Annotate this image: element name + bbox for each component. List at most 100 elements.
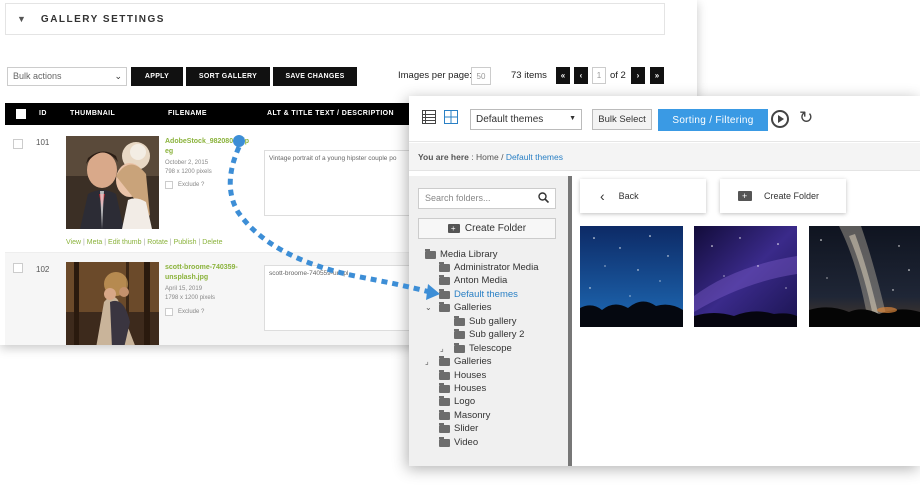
tree-item-telescope[interactable]: ⌟ Telescope	[440, 342, 512, 354]
prev-page-button[interactable]: ‹	[574, 67, 588, 84]
tree-item-media-library[interactable]: Media Library	[425, 248, 498, 260]
theme-select-value: Default themes	[476, 114, 544, 125]
exclude-checkbox[interactable]	[165, 308, 173, 316]
file-size: 1798 x 1200 pixels	[165, 295, 216, 301]
first-page-button[interactable]: «	[556, 67, 570, 84]
images-per-page-input[interactable]: 50	[471, 67, 491, 85]
play-icon[interactable]	[771, 110, 789, 128]
next-page-button[interactable]: ›	[631, 67, 645, 84]
row-id: 101	[36, 138, 50, 147]
exclude-label: Exclude ?	[178, 309, 205, 315]
delete-link[interactable]: Delete	[202, 239, 222, 246]
exclude-option[interactable]: Exclude ?	[165, 308, 204, 316]
tree-item-label: Galleries	[454, 356, 492, 367]
sort-gallery-button[interactable]: SORT GALLERY	[186, 67, 270, 86]
list-view-icon[interactable]	[422, 110, 436, 127]
tree-item-label: Houses	[454, 383, 487, 394]
exclude-checkbox[interactable]	[165, 181, 173, 189]
tree-item-masonry[interactable]: Masonry	[439, 409, 490, 421]
folder-icon	[439, 355, 450, 366]
image-night-sky-2[interactable]	[694, 226, 797, 327]
breadcrumb-separator: :	[471, 152, 474, 162]
collapse-triangle-icon[interactable]: ▼	[17, 14, 26, 24]
page-of-label: of 2	[610, 70, 626, 81]
bulk-actions-label: Bulk actions	[13, 71, 62, 81]
collapsed-toggle-icon[interactable]: ⌟	[425, 357, 429, 366]
images-per-page-label: Images per page:	[398, 70, 472, 81]
media-folders-panel: Default themes ▼ Bulk Select Sorting / F…	[409, 96, 920, 466]
sorting-filtering-button[interactable]: Sorting / Filtering	[658, 109, 768, 131]
breadcrumb-home[interactable]: Home	[476, 152, 499, 162]
apply-button[interactable]: APPLY	[131, 67, 183, 86]
tree-item-label: Video	[454, 437, 479, 448]
caret-down-icon: ▼	[569, 115, 576, 122]
thumbnail-dancing-couple-image[interactable]	[66, 262, 159, 345]
row-checkbox[interactable]	[13, 263, 23, 273]
expand-toggle-icon[interactable]: ⌄	[425, 303, 432, 312]
current-page-input[interactable]: 1	[592, 67, 606, 84]
view-link[interactable]: View	[66, 239, 81, 246]
image-night-sky-1[interactable]	[580, 226, 683, 327]
exclude-option[interactable]: Exclude ?	[165, 181, 204, 189]
breadcrumb-current[interactable]: Default themes	[506, 152, 563, 162]
folder-icon	[454, 315, 465, 326]
tree-item-logo[interactable]: Logo	[439, 395, 475, 407]
collapsed-toggle-icon[interactable]: ⌟	[440, 344, 444, 353]
search-icon[interactable]	[538, 192, 550, 206]
tree-item-sub-gallery[interactable]: Sub gallery	[454, 315, 517, 327]
tree-item-slider[interactable]: Slider	[439, 422, 479, 434]
folder-tree: Search folders... + Create Folder Media …	[409, 176, 569, 466]
create-folder-button[interactable]: + Create Folder	[418, 218, 556, 239]
theme-select[interactable]: Default themes ▼	[470, 109, 582, 130]
description-field[interactable]: Vintage portrait of a young hipster coup…	[264, 150, 424, 216]
bulk-select-button[interactable]: Bulk Select	[592, 109, 652, 130]
tree-item-default-themes[interactable]: Default themes	[439, 288, 518, 300]
tree-item-galleries-2[interactable]: ⌟ Galleries	[425, 355, 492, 367]
bulk-actions-select[interactable]: Bulk actions ⌄	[7, 67, 127, 86]
folder-content: ‹ Back + Create Folder	[572, 176, 920, 466]
gallery-settings-header[interactable]: ▼ GALLERY SETTINGS	[5, 3, 665, 35]
save-changes-button[interactable]: SAVE CHANGES	[273, 67, 357, 86]
tree-item-houses[interactable]: Houses	[439, 369, 486, 381]
select-all-checkbox[interactable]	[16, 109, 26, 119]
file-date: April 15, 2019	[165, 286, 203, 292]
tree-item-label: Sub gallery 2	[469, 329, 525, 340]
tree-item-administrator-media[interactable]: Administrator Media	[439, 261, 538, 273]
folder-icon	[439, 436, 450, 447]
create-folder-tile[interactable]: + Create Folder	[720, 179, 846, 213]
edit-thumb-link[interactable]: Edit thumb	[108, 239, 141, 246]
folder-icon	[439, 409, 450, 420]
toolbar: Default themes ▼ Bulk Select Sorting / F…	[409, 96, 920, 142]
folder-icon	[425, 248, 436, 259]
tree-item-sub-gallery-2[interactable]: Sub gallery 2	[454, 328, 525, 340]
tree-item-houses-2[interactable]: Houses	[439, 382, 487, 394]
filename-link[interactable]: scott-broome-740359- unsplash.jpg	[165, 263, 238, 283]
tree-item-video[interactable]: Video	[439, 436, 479, 448]
folder-icon	[439, 274, 450, 285]
tree-item-label: Slider	[454, 423, 479, 434]
col-id: ID	[39, 110, 47, 117]
folder-icon	[439, 301, 450, 312]
filename-line1: AdobeStock_98208059.jp	[165, 138, 250, 145]
grid-view-icon[interactable]	[444, 110, 458, 127]
row-id: 102	[36, 265, 50, 274]
filename-line1: scott-broome-740359-	[165, 264, 238, 271]
last-page-button[interactable]: »	[650, 67, 664, 84]
publish-link[interactable]: Publish	[174, 239, 197, 246]
filename-link[interactable]: AdobeStock_98208059.jp eg	[165, 137, 249, 157]
refresh-icon[interactable]: ↻	[799, 109, 813, 127]
back-button[interactable]: ‹ Back	[580, 179, 706, 213]
meta-link[interactable]: Meta	[87, 239, 103, 246]
breadcrumb: You are here : Home / Default themes	[409, 143, 920, 171]
col-alt-title: ALT & TITLE TEXT / DESCRIPTION	[267, 110, 394, 117]
file-meta: April 15, 2019 1798 x 1200 pixels	[165, 285, 215, 303]
exclude-label: Exclude ?	[178, 182, 205, 188]
rotate-link[interactable]: Rotate	[147, 239, 168, 246]
description-field[interactable]: scott-broome-740559-unspl	[264, 265, 424, 331]
tree-item-galleries[interactable]: ⌄ Galleries	[425, 301, 492, 313]
image-milky-way[interactable]	[809, 226, 920, 327]
row-checkbox[interactable]	[13, 139, 23, 149]
tree-item-anton-media[interactable]: Anton Media	[439, 274, 507, 286]
search-folders-input[interactable]: Search folders...	[418, 188, 556, 209]
thumbnail-couple-image[interactable]	[66, 136, 159, 229]
